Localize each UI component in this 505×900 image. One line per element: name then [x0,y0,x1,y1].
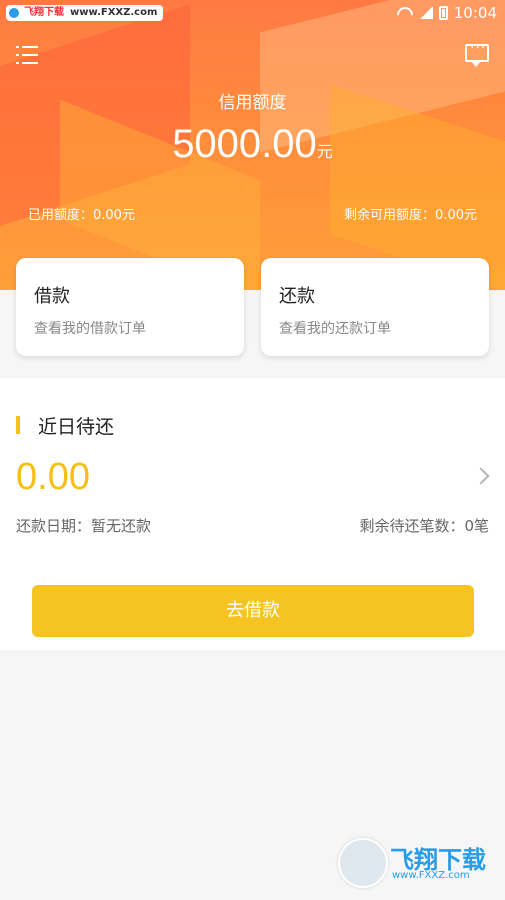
borrow-card[interactable]: 借款 查看我的借款订单 [16,258,244,356]
clock: 10:04 [453,4,497,22]
repay-card[interactable]: 还款 查看我的还款订单 [261,258,489,356]
due-count: 剩余待还笔数：0笔 [359,517,489,535]
message-icon[interactable] [465,40,489,67]
credit-amount-value: 5000.00 [172,122,317,166]
brand-logo-icon [338,838,388,888]
watermark-url: www.FXXZ.com [70,7,158,18]
watermark-text: 飞翔下载 [24,7,64,18]
credit-amount: 5000.00元 [0,122,505,167]
remaining-credit: 剩余可用额度：0.00元 [344,208,477,223]
section-title: 近日待还 [38,416,115,438]
menu-icon[interactable] [16,46,38,64]
due-date: 还款日期：暂无还款 [16,517,152,535]
brand-site: www.FXXZ.com [392,870,470,881]
due-amount[interactable]: 0.00 [16,456,90,499]
used-credit: 已用额度：0.00元 [28,208,135,223]
repay-card-desc: 查看我的还款订单 [279,321,391,337]
brand-watermark: 飞翔下载 www.FXXZ.com [338,838,493,888]
watermark-badge: 飞翔下载 www.FXXZ.com [6,5,164,21]
status-bar: 飞翔下载 www.FXXZ.com 10:04 [0,0,505,28]
wifi-icon [397,7,413,19]
go-borrow-button[interactable]: 去借款 [32,585,474,637]
battery-icon [438,6,448,20]
repay-card-title: 还款 [279,286,315,307]
recent-due-section: 近日待还 0.00 还款日期：暂无还款 剩余待还笔数：0笔 去借款 [0,378,505,650]
section-accent-bar [16,416,20,434]
watermark-logo-icon [9,8,19,18]
credit-label: 信用额度 [218,93,287,113]
borrow-card-desc: 查看我的借款订单 [34,321,146,337]
chevron-right-icon[interactable] [472,467,490,485]
signal-icon [418,7,433,19]
credit-amount-unit: 元 [316,142,333,161]
borrow-card-title: 借款 [34,286,70,307]
